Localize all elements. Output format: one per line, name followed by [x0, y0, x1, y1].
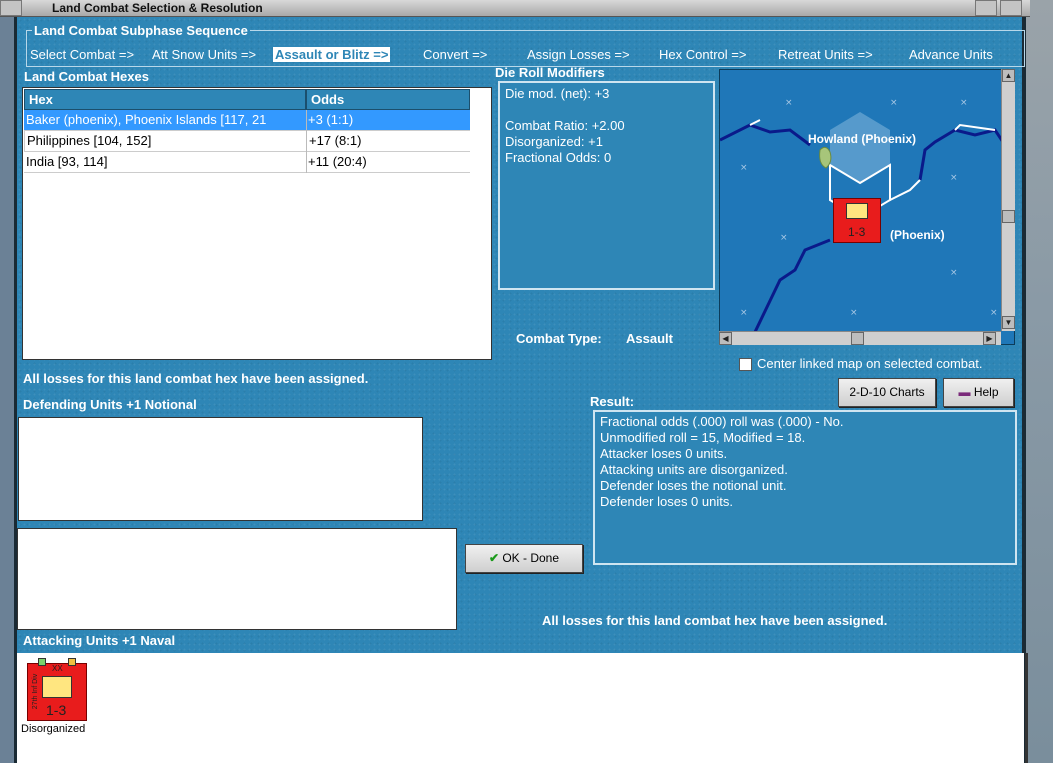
linked-map[interactable]: × × × × × × × × × × Howland (Phoenix) (Phoenix)…	[719, 69, 1015, 345]
hex-odds: +17 (8:1)	[309, 133, 362, 148]
window-menu-button[interactable]	[0, 0, 22, 16]
modifier-line: Disorganized: +1	[505, 134, 603, 149]
combat-type-value: Assault	[626, 331, 673, 346]
result-box: Fractional odds (.000) roll was (.000) -…	[593, 410, 1017, 565]
result-line: Attacker loses 0 units.	[600, 446, 728, 461]
svg-text:×: ×	[785, 98, 793, 108]
svg-text:×: ×	[960, 98, 968, 108]
defending-units-heading: Defending Units +1 Notional	[23, 397, 197, 412]
scroll-thumb[interactable]	[1002, 210, 1015, 223]
close-button[interactable]	[1000, 0, 1022, 16]
losses-assigned-message: All losses for this land combat hex have…	[23, 371, 369, 386]
unit-marker-icon	[38, 658, 46, 666]
step-att-snow-units: Att Snow Units =>	[152, 47, 257, 62]
scroll-left-button[interactable]: ◀	[719, 332, 732, 345]
svg-text:×: ×	[950, 268, 958, 278]
window-titlebar[interactable]: Land Combat Selection & Resolution	[0, 0, 1030, 17]
help-book-icon: ▬	[958, 385, 971, 399]
window-title: Land Combat Selection & Resolution	[52, 1, 263, 15]
svg-text:×: ×	[890, 98, 898, 108]
result-line: Attacking units are disorganized.	[600, 462, 788, 477]
step-convert: Convert =>	[423, 47, 488, 62]
map-label-howland: Howland (Phoenix)	[808, 132, 916, 146]
result-heading: Result:	[590, 394, 635, 409]
attacking-unit-counter[interactable]: XX 27th Inf Div 1-3	[27, 658, 87, 721]
modifier-line: Combat Ratio: +2.00	[505, 118, 625, 133]
attacking-list-border	[1025, 653, 1028, 763]
hex-row[interactable]: India [93, 114] +11 (20:4)	[24, 152, 470, 173]
result-line: Fractional odds (.000) roll was (.000) -…	[600, 414, 844, 429]
unit-size: XX	[52, 664, 63, 673]
checkmark-icon: ✔	[488, 551, 499, 565]
unit-marker-icon	[68, 658, 76, 666]
scroll-thumb[interactable]	[851, 332, 864, 345]
map-unit-strength: 1-3	[848, 225, 866, 239]
attacking-units-list[interactable]: XX 27th Inf Div 1-3 Disorganized	[17, 653, 1024, 763]
scroll-right-button[interactable]: ▶	[983, 332, 996, 345]
unit-name: 27th Inf Div	[32, 673, 40, 710]
modifier-line	[505, 102, 708, 118]
combat-type-label: Combat Type:	[516, 331, 602, 346]
land-combat-hexes-heading: Land Combat Hexes	[24, 69, 149, 84]
hex-name: India [93, 114]	[26, 154, 108, 169]
result-line: Unmodified roll = 15, Modified = 18.	[600, 430, 806, 445]
hex-name: Philippines [104, 152]	[27, 133, 152, 148]
die-roll-modifiers-heading: Die Roll Modifiers	[495, 65, 605, 80]
step-retreat-units: Retreat Units =>	[778, 47, 873, 62]
defender-notional-list[interactable]	[17, 528, 457, 630]
result-line: Defender loses 0 units.	[600, 494, 733, 509]
svg-text:×: ×	[850, 308, 858, 318]
step-hex-control: Hex Control =>	[659, 47, 747, 62]
charts-button[interactable]: 2-D-10 Charts	[838, 378, 936, 407]
subphase-sequence-legend: Land Combat Subphase Sequence	[32, 23, 250, 38]
result-line: Defender loses the notional unit.	[600, 478, 787, 493]
hex-row[interactable]: Philippines [104, 152] +17 (8:1)	[24, 131, 470, 152]
step-advance-units: Advance Units	[909, 47, 993, 62]
help-label: Help	[973, 385, 999, 399]
map-unit-counter[interactable]: 1-3	[833, 198, 881, 243]
defending-units-list[interactable]	[18, 417, 423, 521]
hex-name: Baker (phoenix), Phoenix Islands [117, 2…	[26, 112, 267, 127]
die-roll-modifiers-box: Die mod. (net): +3 Combat Ratio: +2.00 D…	[498, 81, 715, 290]
center-linked-map-checkbox[interactable]	[739, 358, 752, 371]
unit-status: Disorganized	[21, 723, 86, 735]
scroll-up-button[interactable]: ▲	[1002, 69, 1015, 82]
map-horizontal-scrollbar[interactable]: ◀ ▶	[719, 331, 1001, 345]
help-button[interactable]: ▬ Help	[943, 378, 1014, 407]
modifier-line: Fractional Odds: 0	[505, 150, 612, 165]
step-assault-or-blitz: Assault or Blitz =>	[273, 47, 391, 62]
hex-odds: +3 (1:1)	[308, 112, 354, 127]
svg-text:×: ×	[990, 308, 998, 318]
combat-panel: Land Combat Subphase Sequence Select Com…	[14, 17, 1028, 763]
scroll-down-button[interactable]: ▼	[1002, 316, 1015, 329]
modifier-line: Die mod. (net): +3	[505, 86, 610, 101]
land-combat-hexes-table: Hex Odds Baker (phoenix), Phoenix Island…	[22, 87, 492, 360]
unit-strength: 1-3	[46, 702, 67, 718]
minimize-button[interactable]	[975, 0, 997, 16]
unit-infantry-icon	[42, 676, 72, 698]
step-assign-losses: Assign Losses =>	[527, 47, 630, 62]
column-header-odds[interactable]: Odds	[306, 89, 470, 110]
map-vertical-scrollbar[interactable]: ▲ ▼	[1001, 69, 1015, 331]
svg-text:×: ×	[780, 233, 788, 243]
hex-odds: +11 (20:4)	[308, 154, 367, 169]
ok-done-label: OK - Done	[502, 551, 560, 565]
column-divider	[306, 110, 307, 173]
losses-assigned-message-right: All losses for this land combat hex have…	[542, 613, 888, 628]
svg-text:×: ×	[740, 308, 748, 318]
hex-row[interactable]: Baker (phoenix), Phoenix Islands [117, 2…	[24, 110, 470, 131]
step-select-combat: Select Combat =>	[30, 47, 135, 62]
map-label-phoenix: (Phoenix)	[890, 228, 945, 242]
attacking-units-heading: Attacking Units +1 Naval	[23, 633, 176, 648]
svg-text:×: ×	[950, 173, 958, 183]
center-linked-map-label: Center linked map on selected combat.	[757, 356, 983, 371]
svg-text:×: ×	[740, 163, 748, 173]
column-header-hex[interactable]: Hex	[24, 89, 306, 110]
ok-done-button[interactable]: ✔ OK - Done	[465, 544, 583, 573]
unit-infantry-icon	[846, 203, 868, 219]
